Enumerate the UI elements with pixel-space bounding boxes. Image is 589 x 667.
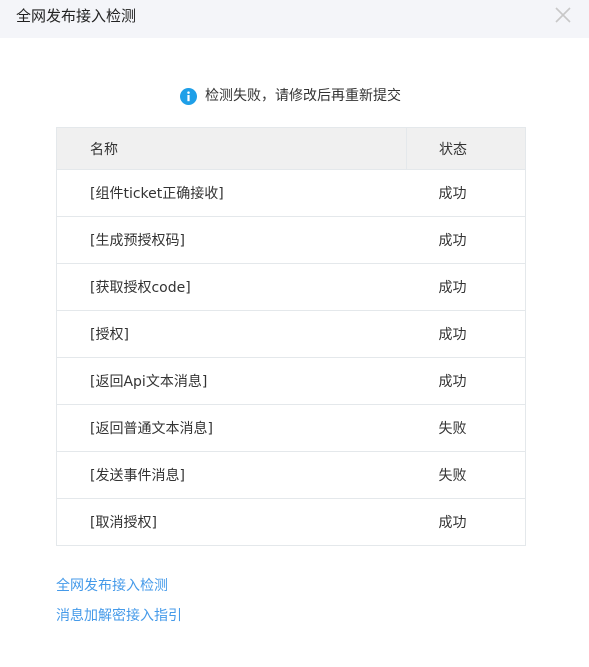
- check-status: 成功: [406, 263, 526, 311]
- table-row: [取消授权] 成功: [57, 499, 526, 546]
- result-table: 名称 状态 [组件ticket正确接收] 成功 [生成预授权码] 成功 [获取授…: [56, 127, 526, 546]
- footer-links: 全网发布接入检测 消息加解密接入指引: [56, 576, 182, 626]
- table-header-row: 名称 状态: [56, 127, 526, 170]
- check-status: 成功: [406, 310, 526, 358]
- table-row: [组件ticket正确接收] 成功: [56, 169, 526, 217]
- table-row: [返回Api文本消息] 成功: [56, 357, 526, 405]
- check-status: 成功: [406, 357, 526, 405]
- check-name: [授权]: [56, 310, 407, 358]
- column-header-name: 名称: [56, 127, 407, 170]
- column-header-status: 状态: [406, 127, 526, 170]
- table-row: [获取授权code] 成功: [56, 263, 526, 311]
- close-icon: [555, 7, 571, 23]
- dialog: 全网发布接入检测 检测失败，请修改后再重新提交 名称 状态 [组件ticket正…: [0, 0, 589, 667]
- dialog-title: 全网发布接入检测: [16, 7, 137, 25]
- check-name: [发送事件消息]: [56, 451, 407, 499]
- table-row: [生成预授权码] 成功: [56, 216, 526, 264]
- encryption-guide-link[interactable]: 消息加解密接入指引: [56, 606, 182, 626]
- check-status: 失败: [406, 404, 526, 452]
- table-row: [授权] 成功: [56, 310, 526, 358]
- check-name: [返回Api文本消息]: [56, 357, 407, 405]
- check-status: 成功: [438, 515, 467, 531]
- result-notice: 检测失败，请修改后再重新提交: [180, 86, 401, 106]
- close-button[interactable]: [552, 4, 574, 26]
- check-name: [返回普通文本消息]: [56, 404, 407, 452]
- check-name: [生成预授权码]: [56, 216, 407, 264]
- check-name: [取消授权]: [90, 515, 157, 531]
- detection-link[interactable]: 全网发布接入检测: [56, 576, 182, 596]
- dialog-header: 全网发布接入检测: [0, 0, 589, 38]
- check-status: 成功: [406, 169, 526, 217]
- info-icon: [180, 87, 197, 105]
- notice-text: 检测失败，请修改后再重新提交: [205, 88, 401, 104]
- check-name: [获取授权code]: [56, 263, 407, 311]
- check-status: 失败: [406, 451, 526, 499]
- table-row: [返回普通文本消息] 失败: [56, 404, 526, 452]
- table-row: [发送事件消息] 失败: [56, 451, 526, 499]
- check-name: [组件ticket正确接收]: [56, 169, 407, 217]
- check-status: 成功: [406, 216, 526, 264]
